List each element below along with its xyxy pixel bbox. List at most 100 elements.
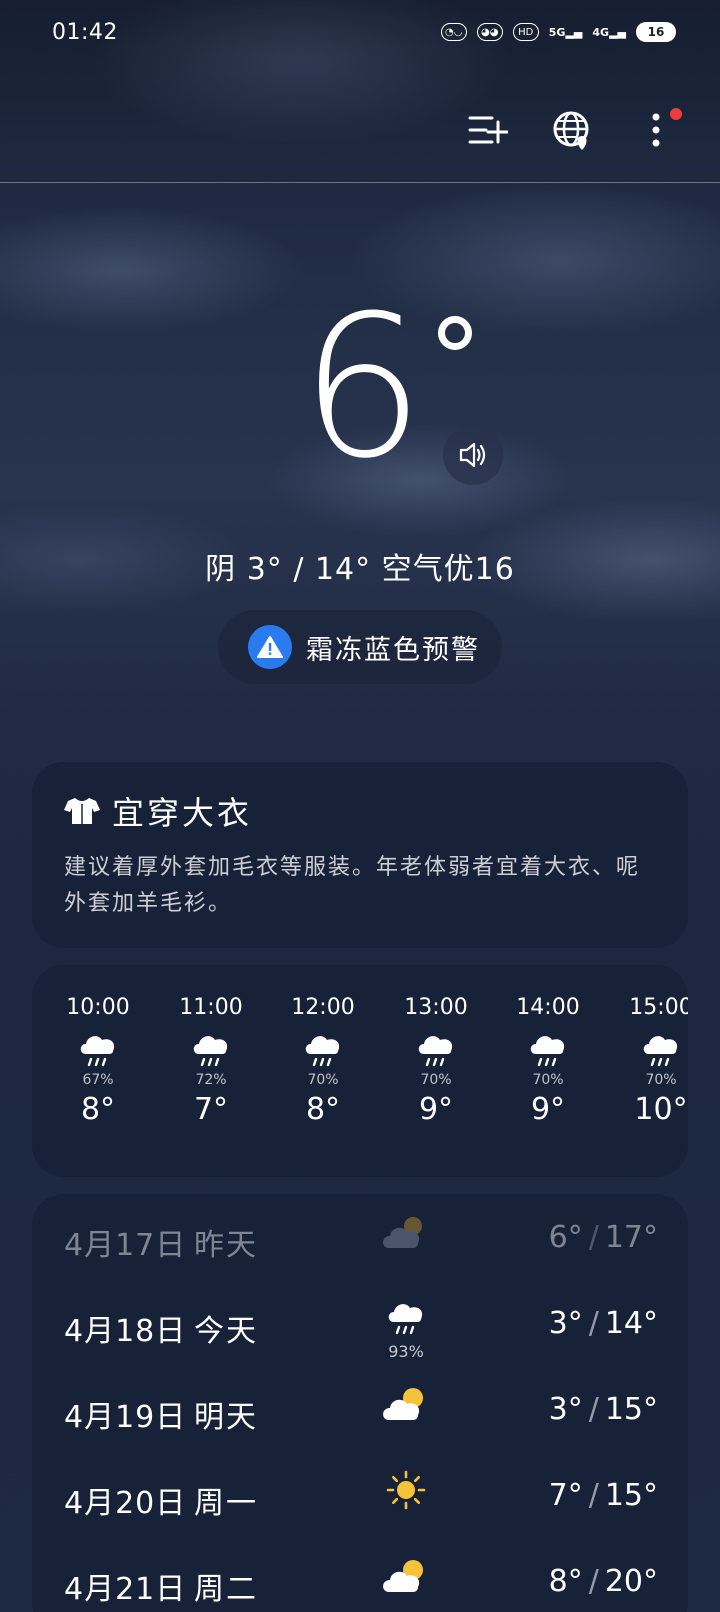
hourly-item: 10:00 67% 8°	[48, 995, 148, 1127]
signal-5g-icon: 5G▂▄	[548, 25, 583, 39]
status-time: 01:42	[52, 19, 118, 45]
daily-row[interactable]: 4月20日 周一 7°/15°	[32, 1464, 688, 1524]
hour-temperature: 9°	[530, 1092, 566, 1127]
day-name: 昨天	[194, 1228, 258, 1263]
daily-row[interactable]: 4月19日 明天 3°/15°	[32, 1378, 688, 1438]
day-temperature-range: 6°/17°	[549, 1220, 658, 1255]
notification-dot	[670, 108, 682, 120]
hour-temperature: 9°	[418, 1092, 454, 1127]
hourly-item: 12:00 70% 8°	[273, 995, 373, 1127]
header-divider	[0, 182, 720, 183]
temp-separator: /	[588, 1392, 599, 1427]
hour-temperature: 10°	[634, 1092, 688, 1127]
temp-separator: /	[588, 1564, 599, 1599]
voice-broadcast-button[interactable]	[443, 425, 503, 485]
day-low: 8°	[548, 1564, 583, 1599]
status-icons: ◔◡ ◕◕ HD 5G▂▄ 4G▂▄ 16	[440, 22, 676, 42]
hd-icon: HD	[512, 23, 539, 41]
hour-time: 12:00	[291, 995, 355, 1020]
hourly-forecast-card[interactable]: 10:00 67% 8° 11:00 72% 7° 12:00 70% 8° 13:00 70% 9°…	[32, 965, 688, 1177]
day-date: 4月20日	[64, 1486, 187, 1521]
app-notification-icon: ◔◡	[440, 23, 467, 41]
temp-separator: /	[588, 1478, 599, 1513]
hour-time: 13:00	[404, 995, 468, 1020]
hourly-item: 14:00 70% 9°	[498, 995, 598, 1127]
precip-probability: 70%	[307, 1072, 339, 1088]
precip-probability: 70%	[420, 1072, 452, 1088]
daily-row[interactable]: 4月21日 周二 8°/20°	[32, 1550, 688, 1610]
day-high: 20°	[604, 1564, 658, 1599]
partly-cloudy-icon	[376, 1384, 436, 1428]
speaker-icon	[459, 442, 486, 468]
daily-row[interactable]: 4月18日 今天 93% 3°/14°	[32, 1292, 688, 1361]
day-low: 7°	[548, 1478, 583, 1513]
list-add-icon	[468, 116, 508, 144]
clothing-title-row: 宜穿大衣	[64, 788, 656, 834]
day-low: 3°	[548, 1392, 583, 1427]
daily-forecast-card[interactable]: 4月17日 昨天 6°/17° 4月18日 今天 93% 3°/14° 4月19日 明天 3°/1…	[32, 1194, 688, 1612]
partly-cloudy-icon	[376, 1556, 436, 1600]
hourly-item: 11:00 72% 7°	[161, 995, 261, 1127]
rain-icon	[611, 1030, 688, 1070]
day-temperature-range: 7°/15°	[549, 1478, 658, 1513]
degree-symbol	[438, 316, 472, 350]
hour-time: 14:00	[516, 995, 580, 1020]
day-name: 今天	[194, 1314, 258, 1349]
temp-separator: /	[588, 1220, 599, 1255]
hour-time: 10:00	[66, 995, 130, 1020]
temp-separator: /	[588, 1306, 599, 1341]
rain-icon	[161, 1030, 261, 1070]
day-low: 6°	[548, 1220, 583, 1255]
day-low: 3°	[548, 1306, 583, 1341]
hour-temperature: 8°	[80, 1092, 116, 1127]
toolbar	[0, 96, 720, 176]
partly-cloudy-night-icon	[376, 1212, 436, 1256]
precip-probability: 70%	[645, 1072, 677, 1088]
clothing-description: 建议着厚外套加毛衣等服装。年老体弱者宜着大衣、呢外套加羊毛衫。	[64, 855, 641, 916]
day-name: 明天	[194, 1400, 258, 1435]
precip-probability: 70%	[532, 1072, 564, 1088]
day-date: 4月19日	[64, 1400, 187, 1435]
app-notification-icon: ◕◕	[476, 23, 503, 41]
weather-alert-button[interactable]: 霜冻蓝色预警	[218, 610, 502, 684]
day-temperature-range: 8°/20°	[549, 1564, 658, 1599]
clothing-suggestion-card[interactable]: 宜穿大衣 建议着厚外套加毛衣等服装。年老体弱者宜着大衣、呢外套加羊毛衫。	[32, 762, 688, 948]
signal-4g-icon: 4G▂▄	[592, 25, 626, 39]
hour-temperature: 7°	[193, 1092, 229, 1127]
hour-time: 15:00	[629, 995, 688, 1020]
day-temperature-range: 3°/15°	[549, 1392, 658, 1427]
day-date: 4月17日	[64, 1228, 187, 1263]
signal-4g-label: 4G	[592, 25, 610, 39]
sun-icon	[376, 1470, 436, 1514]
clothing-icon	[64, 798, 100, 824]
day-date: 4月18日	[64, 1314, 187, 1349]
weather-summary[interactable]: 阴 3° / 14° 空气优16	[0, 544, 720, 588]
rain-icon	[386, 1030, 486, 1070]
day-high: 14°	[604, 1306, 658, 1341]
day-high: 15°	[604, 1478, 658, 1513]
day-high: 15°	[604, 1392, 658, 1427]
current-temperature: 6	[300, 274, 425, 502]
rain-icon	[273, 1030, 373, 1070]
hourly-item: 15:00 70% 10°	[611, 995, 688, 1127]
status-bar: 01:42 ◔◡ ◕◕ HD 5G▂▄ 4G▂▄ 16	[0, 0, 720, 64]
clothing-title: 宜穿大衣	[112, 794, 253, 832]
globe-location-icon	[553, 111, 589, 150]
hour-time: 11:00	[179, 995, 243, 1020]
location-button[interactable]	[550, 108, 594, 152]
rain-icon	[376, 1298, 436, 1342]
alert-text: 霜冻蓝色预警	[306, 634, 480, 666]
rain-icon	[498, 1030, 598, 1070]
day-temperature-range: 3°/14°	[549, 1306, 658, 1341]
day-name: 周一	[194, 1486, 258, 1521]
daily-row[interactable]: 4月17日 昨天 6°/17°	[32, 1206, 688, 1266]
rain-icon	[48, 1030, 148, 1070]
precip-probability: 72%	[195, 1072, 227, 1088]
day-date: 4月21日	[64, 1572, 187, 1607]
day-high: 17°	[604, 1220, 658, 1255]
hourly-item: 13:00 70% 9°	[386, 995, 486, 1127]
precip-probability: 67%	[82, 1072, 114, 1088]
add-city-button[interactable]	[466, 108, 510, 152]
battery-icon: 16	[636, 22, 676, 42]
signal-5g-label: 5G	[548, 25, 566, 39]
